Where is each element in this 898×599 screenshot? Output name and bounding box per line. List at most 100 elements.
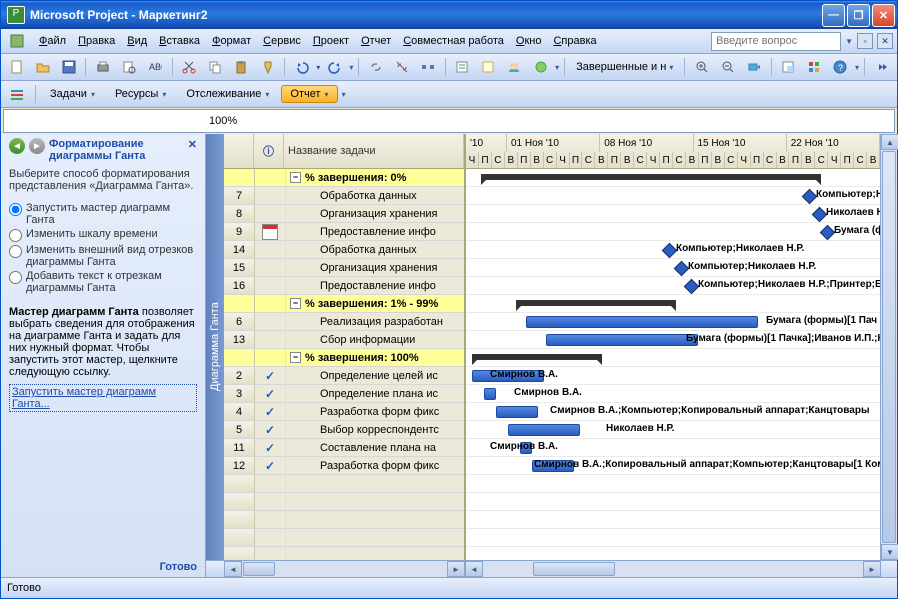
milestone-icon[interactable]: [802, 189, 818, 205]
row-number[interactable]: 16: [224, 277, 255, 294]
paste-button[interactable]: [230, 55, 253, 79]
row-number[interactable]: 6: [224, 313, 255, 330]
task-row[interactable]: 13Сбор информации: [224, 331, 464, 349]
row-number[interactable]: 8: [224, 205, 255, 222]
radio-1[interactable]: [9, 229, 22, 242]
task-row[interactable]: 9Предоставление инфо: [224, 223, 464, 241]
menu-Отчет[interactable]: Отчет: [355, 33, 397, 49]
group-row[interactable]: −% завершения: 100%: [224, 349, 464, 367]
guide-report[interactable]: Отчет ▾: [281, 85, 337, 103]
gantt-row[interactable]: Николаев Н.Р.: [466, 421, 880, 439]
scroll-up-icon[interactable]: ▲: [881, 134, 898, 150]
row-number[interactable]: 12: [224, 457, 255, 474]
save-button[interactable]: [57, 55, 80, 79]
gantt-row[interactable]: Бумага (формы)[1 Пач: [466, 313, 880, 331]
toolbar-options-icon[interactable]: ▾: [855, 63, 859, 72]
guide-resources[interactable]: Ресурсы ▾: [107, 86, 174, 102]
entry-bar[interactable]: 100%: [3, 109, 895, 133]
gantt-row[interactable]: Смирнов В.А.: [466, 439, 880, 457]
gantt-row[interactable]: [466, 475, 880, 493]
scroll-left-icon[interactable]: ◄: [224, 561, 242, 577]
side-opt-3[interactable]: Добавить текст к отрезкам диаграммы Гант…: [9, 270, 197, 294]
menu-Вид[interactable]: Вид: [121, 33, 153, 49]
summary-bar[interactable]: [516, 300, 676, 306]
task-name-cell[interactable]: Выбор корреспондентс: [286, 421, 464, 438]
task-bar[interactable]: [508, 424, 580, 436]
open-button[interactable]: [31, 55, 54, 79]
empty-row[interactable]: [224, 475, 464, 493]
copy-button[interactable]: [204, 55, 227, 79]
gantt-row[interactable]: Смирнов В.А.;Копировальный аппарат;Компь…: [466, 457, 880, 475]
task-row[interactable]: 4✓Разработка форм фикс: [224, 403, 464, 421]
gantt-row[interactable]: Николаев Н: [466, 205, 880, 223]
milestone-icon[interactable]: [684, 279, 700, 295]
guide-tracking[interactable]: Отслеживание ▾: [178, 86, 277, 102]
task-name-cell[interactable]: Определение плана ис: [286, 385, 464, 402]
task-bar[interactable]: [484, 388, 496, 400]
redo-dropdown-icon[interactable]: ▾: [349, 63, 353, 72]
menu-Окно[interactable]: Окно: [510, 33, 548, 49]
copy-picture-button[interactable]: [777, 55, 800, 79]
menu-Сервис[interactable]: Сервис: [257, 33, 307, 49]
task-row[interactable]: 14Обработка данных: [224, 241, 464, 259]
empty-row[interactable]: [224, 529, 464, 547]
task-name-cell[interactable]: Разработка форм фикс: [286, 403, 464, 420]
gantt-row[interactable]: [466, 295, 880, 313]
collapse-icon[interactable]: −: [290, 352, 301, 363]
zoom-out-button[interactable]: [716, 55, 739, 79]
task-name-cell[interactable]: Обработка данных: [286, 241, 464, 258]
publish-dropdown-icon[interactable]: ▾: [555, 63, 559, 72]
row-number[interactable]: [224, 169, 255, 186]
redo-button[interactable]: [323, 55, 346, 79]
scroll-down-icon[interactable]: ▼: [881, 544, 898, 560]
empty-row[interactable]: [224, 547, 464, 560]
task-row[interactable]: 15Организация хранения: [224, 259, 464, 277]
radio-0[interactable]: [9, 203, 22, 216]
timescale[interactable]: '1001 Ноя '1008 Ноя '1015 Ноя '1022 Ноя …: [466, 134, 880, 169]
menu-Вставка[interactable]: Вставка: [153, 33, 206, 49]
task-name-cell[interactable]: Определение целей ис: [286, 367, 464, 384]
task-name-cell[interactable]: Составление плана на: [286, 439, 464, 456]
task-name-cell[interactable]: Разработка форм фикс: [286, 457, 464, 474]
task-name-cell[interactable]: Предоставление инфо: [286, 223, 464, 240]
ms-office-button[interactable]: [803, 55, 826, 79]
side-opt-0[interactable]: Запустить мастер диаграмм Ганта: [9, 202, 197, 226]
new-button[interactable]: [5, 55, 28, 79]
task-name-cell[interactable]: Предоставление инфо: [286, 277, 464, 294]
titlebar[interactable]: P Microsoft Project - Маркетинг2 — ❐ ✕: [1, 1, 897, 29]
milestone-icon[interactable]: [820, 225, 836, 241]
assign-resources-button[interactable]: [503, 55, 526, 79]
group-row[interactable]: −% завершения: 0%: [224, 169, 464, 187]
group-row[interactable]: −% завершения: 1% - 99%: [224, 295, 464, 313]
help-input[interactable]: [711, 32, 841, 51]
task-info-button[interactable]: [451, 55, 474, 79]
link-button[interactable]: [364, 55, 387, 79]
row-number[interactable]: [224, 295, 255, 312]
milestone-icon[interactable]: [662, 243, 678, 259]
side-opt-2[interactable]: Изменить внешний вид отрезков диаграммы …: [9, 244, 197, 268]
menu-Совместная работа[interactable]: Совместная работа: [397, 33, 510, 49]
help-dropdown-icon[interactable]: ▼: [845, 37, 853, 46]
task-name-cell[interactable]: −% завершения: 1% - 99%: [286, 295, 464, 312]
menu-Справка[interactable]: Справка: [547, 33, 602, 49]
milestone-icon[interactable]: [812, 207, 828, 223]
row-number[interactable]: 15: [224, 259, 255, 276]
col-indicator[interactable]: ⓘ: [254, 134, 284, 168]
empty-row[interactable]: [224, 493, 464, 511]
task-notes-button[interactable]: [477, 55, 500, 79]
row-number[interactable]: 11: [224, 439, 255, 456]
gantt-row[interactable]: Компьютер;Николаев Н.Р.: [466, 241, 880, 259]
task-name-cell[interactable]: Сбор информации: [286, 331, 464, 348]
close-doc-button[interactable]: ✕: [877, 33, 893, 49]
task-row[interactable]: 11✓Составление плана на: [224, 439, 464, 457]
empty-row[interactable]: [224, 511, 464, 529]
scroll-right-icon[interactable]: ►: [447, 561, 465, 577]
menu-Проект[interactable]: Проект: [307, 33, 355, 49]
side-link[interactable]: Запустить мастер диаграмм Ганта...: [9, 384, 197, 412]
close-pane-icon[interactable]: ✕: [188, 138, 197, 151]
goto-task-button[interactable]: [743, 55, 766, 79]
split-task-button[interactable]: [417, 55, 440, 79]
guide-tasks[interactable]: Задачи ▾: [42, 86, 103, 102]
gantt-row[interactable]: Бумага (формы)[1 Пачка];Иванов И.П.;Ка: [466, 331, 880, 349]
undo-dropdown-icon[interactable]: ▾: [316, 63, 320, 72]
